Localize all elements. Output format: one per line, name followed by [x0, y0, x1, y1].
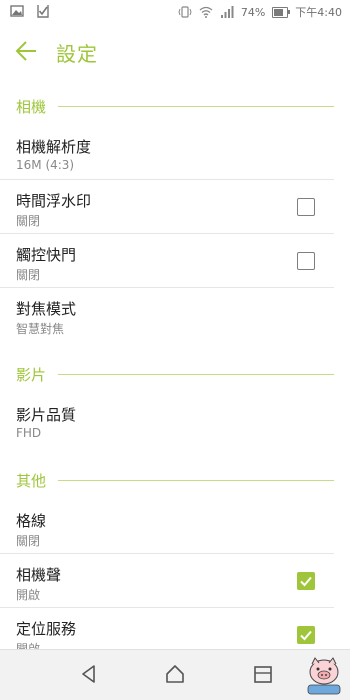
system-nav-bar	[0, 649, 350, 700]
setting-label: 定位服務	[16, 620, 77, 638]
battery-icon	[272, 6, 291, 18]
setting-value: 關閉	[16, 534, 41, 548]
check-badge-icon	[37, 5, 49, 18]
setting-value: 16M (4:3)	[16, 158, 75, 172]
setting-value: 關閉	[16, 268, 41, 282]
back-triangle-icon[interactable]	[78, 663, 100, 685]
home-icon[interactable]	[164, 663, 186, 685]
setting-label: 對焦模式	[16, 300, 77, 318]
section-title: 其他	[16, 472, 47, 490]
section-header-video: 影片	[0, 356, 350, 394]
section-divider	[58, 106, 334, 107]
recents-icon[interactable]	[252, 663, 274, 685]
section-divider	[58, 480, 334, 481]
setting-label: 影片品質	[16, 406, 77, 424]
setting-focus-mode[interactable]: 對焦模式 智慧對焦	[0, 288, 350, 342]
setting-label: 觸控快門	[16, 246, 77, 264]
setting-label: 格線	[16, 512, 47, 530]
setting-value: 智慧對焦	[16, 322, 65, 336]
touch-shutter-checkbox[interactable]	[297, 252, 315, 270]
app-bar: 設定	[0, 24, 350, 80]
checkmark-icon	[300, 576, 312, 587]
wifi-icon	[199, 6, 213, 18]
signal-icon	[220, 6, 234, 18]
setting-video-quality[interactable]: 影片品質 FHD	[0, 394, 350, 448]
setting-value: 關閉	[16, 214, 41, 228]
setting-label: 相機聲	[16, 566, 62, 584]
section-title: 影片	[16, 366, 47, 384]
clock: 下午4:40	[295, 6, 342, 19]
checkmark-icon	[300, 630, 312, 641]
setting-value: 開啟	[16, 588, 41, 602]
pig-mascot-watermark	[307, 657, 341, 695]
setting-resolution[interactable]: 相機解析度 16M (4:3)	[0, 126, 350, 180]
location-checkbox[interactable]	[297, 626, 315, 644]
section-divider	[58, 374, 334, 375]
setting-grid-lines[interactable]: 格線 關閉	[0, 500, 350, 554]
battery-fill	[274, 8, 284, 16]
setting-camera-sound[interactable]: 相機聲 開啟	[0, 554, 350, 608]
status-bar: 74% 下午4:40	[0, 0, 350, 24]
section-title: 相機	[16, 98, 47, 116]
image-icon	[10, 5, 24, 17]
setting-timestamp-watermark[interactable]: 時間浮水印 關閉	[0, 180, 350, 234]
setting-value: FHD	[16, 426, 42, 440]
battery-percent: 74%	[240, 5, 266, 19]
vibrate-icon	[178, 6, 192, 18]
camera-sound-checkbox[interactable]	[297, 572, 315, 590]
settings-list: 相機 相機解析度 16M (4:3) 時間浮水印 關閉 觸控快門 關閉 對焦模式…	[0, 88, 350, 662]
section-header-camera: 相機	[0, 88, 350, 126]
setting-label: 時間浮水印	[16, 192, 92, 210]
section-header-other: 其他	[0, 462, 350, 500]
page-title: 設定	[56, 42, 98, 66]
watermark-checkbox[interactable]	[297, 198, 315, 216]
setting-label: 相機解析度	[16, 138, 92, 156]
setting-touch-shutter[interactable]: 觸控快門 關閉	[0, 234, 350, 288]
arrow-left-icon[interactable]	[14, 38, 40, 64]
